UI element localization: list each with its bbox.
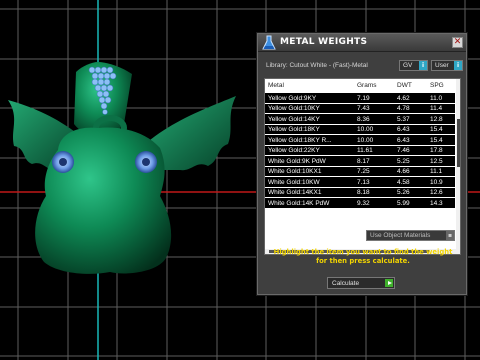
cell-spg: 15.4 — [430, 136, 443, 144]
table-row[interactable]: White Gold:10KX1 7.25 4.66 11.1 — [265, 166, 455, 177]
instruction-text: Highlight the item you want to find the … — [273, 248, 453, 265]
cell-metal: Yellow Gold:18KY — [268, 126, 320, 133]
cell-dwt: 5.37 — [397, 115, 410, 123]
cell-grams: 7.43 — [357, 105, 370, 112]
cell-metal: Yellow Gold:22KY — [268, 147, 320, 154]
cell-grams: 11.61 — [357, 147, 373, 154]
cell-spg: 12.5 — [430, 157, 443, 165]
table-row[interactable]: Yellow Gold:10KY 7.43 4.78 11.4 — [265, 103, 455, 114]
cell-dwt: 6.43 — [397, 126, 410, 133]
right-pupil — [142, 158, 150, 166]
checkbox-icon[interactable]: ▪ — [446, 231, 454, 240]
user-info-button[interactable]: i — [454, 61, 462, 70]
table-header: Metal Grams DWT SPG — [265, 79, 455, 93]
cell-spg: 11.0 — [430, 94, 443, 102]
metals-table[interactable]: Metal Grams DWT SPG Yellow Gold:9KY 7.19… — [264, 78, 461, 255]
col-header-grams[interactable]: Grams — [357, 82, 377, 89]
calculate-label: Calculate — [332, 280, 360, 287]
col-header-spg[interactable]: SPG — [430, 82, 444, 89]
table-row[interactable]: White Gold:14KX1 8.18 5.26 12.6 — [265, 187, 455, 198]
user-option[interactable]: User i — [431, 60, 463, 71]
cell-metal: White Gold:10KX1 — [268, 168, 322, 175]
table-row[interactable]: Yellow Gold:18KY 10.00 6.43 15.4 — [265, 124, 455, 135]
gv-option-label: GV — [403, 62, 413, 69]
table-row[interactable]: White Gold:14K PdW 9.32 5.99 14.3 — [265, 198, 455, 209]
cell-dwt: 4.66 — [397, 168, 410, 175]
gv-info-button[interactable]: i — [419, 61, 427, 70]
cell-grams: 7.13 — [357, 178, 370, 186]
cell-metal: Yellow Gold:9KY — [268, 94, 317, 102]
cell-grams: 8.17 — [357, 157, 370, 165]
table-row[interactable]: White Gold:9K PdW 8.17 5.25 12.5 — [265, 156, 455, 167]
cell-dwt: 4.58 — [397, 178, 410, 186]
table-vertical-scrollbar[interactable] — [456, 79, 460, 254]
cell-grams: 9.32 — [357, 199, 370, 207]
use-object-materials-option[interactable]: Use Object Materials ▪ — [366, 230, 455, 241]
table-row[interactable]: White Gold:10KW 7.13 4.58 10.9 — [265, 177, 455, 188]
cell-grams: 8.18 — [357, 189, 370, 196]
left-pupil — [59, 158, 67, 166]
table-body: Yellow Gold:9KY 7.19 4.62 11.0 Yellow Go… — [265, 93, 455, 209]
cell-grams: 8.36 — [357, 115, 370, 123]
flask-icon — [262, 35, 276, 50]
col-header-dwt[interactable]: DWT — [397, 82, 412, 89]
cell-metal: White Gold:14KX1 — [268, 189, 322, 196]
cell-metal: White Gold:14K PdW — [268, 199, 330, 207]
vertical-scroll-thumb[interactable] — [457, 119, 460, 167]
cell-metal: Yellow Gold:14KY — [268, 115, 320, 123]
cell-dwt: 5.99 — [397, 199, 410, 207]
cell-spg: 12.6 — [430, 189, 443, 196]
library-label: Library: Cutout White - (Fast)-Metal — [266, 62, 368, 69]
cell-dwt: 5.25 — [397, 157, 410, 165]
cell-dwt: 6.43 — [397, 136, 410, 144]
cell-grams: 7.19 — [357, 94, 370, 102]
cell-spg: 17.8 — [430, 147, 443, 154]
table-row[interactable]: Yellow Gold:22KY 11.61 7.46 17.8 — [265, 145, 455, 156]
play-arrow-icon — [385, 279, 393, 287]
table-row[interactable]: Yellow Gold:18KY R... 10.00 6.43 15.4 — [265, 135, 455, 146]
gv-option[interactable]: GV i — [399, 60, 428, 71]
close-icon: ✕ — [453, 37, 462, 47]
cell-dwt: 5.26 — [397, 189, 410, 196]
cell-dwt: 7.46 — [397, 147, 410, 154]
cell-spg: 14.3 — [430, 199, 443, 207]
cell-spg: 12.8 — [430, 115, 443, 123]
cell-grams: 10.00 — [357, 136, 374, 144]
frog-pendant-model[interactable] — [8, 62, 236, 274]
table-row[interactable]: Yellow Gold:14KY 8.36 5.37 12.8 — [265, 114, 455, 125]
close-button[interactable]: ✕ — [452, 37, 463, 48]
cell-metal: White Gold:10KW — [268, 178, 320, 186]
calculate-button[interactable]: Calculate — [327, 277, 395, 289]
panel-titlebar[interactable]: METAL WEIGHTS ✕ — [258, 34, 466, 52]
table-row[interactable]: Yellow Gold:9KY 7.19 4.62 11.0 — [265, 93, 455, 104]
cell-spg: 11.1 — [430, 168, 443, 175]
col-header-metal[interactable]: Metal — [268, 82, 284, 89]
panel-title: METAL WEIGHTS — [280, 37, 368, 47]
cell-spg: 15.4 — [430, 126, 443, 133]
cell-grams: 10.00 — [357, 126, 374, 133]
cell-grams: 7.25 — [357, 168, 370, 175]
user-option-label: User — [435, 62, 449, 69]
use-object-materials-label: Use Object Materials — [370, 232, 431, 239]
cell-metal: Yellow Gold:18KY R... — [268, 136, 332, 144]
cell-dwt: 4.62 — [397, 94, 410, 102]
cell-metal: White Gold:9K PdW — [268, 157, 326, 165]
metal-weights-panel: METAL WEIGHTS ✕ Library: Cutout White - … — [257, 33, 467, 295]
cell-spg: 10.9 — [430, 178, 443, 186]
cell-metal: Yellow Gold:10KY — [268, 105, 320, 112]
cell-dwt: 4.78 — [397, 105, 410, 112]
cell-spg: 11.4 — [430, 105, 443, 112]
